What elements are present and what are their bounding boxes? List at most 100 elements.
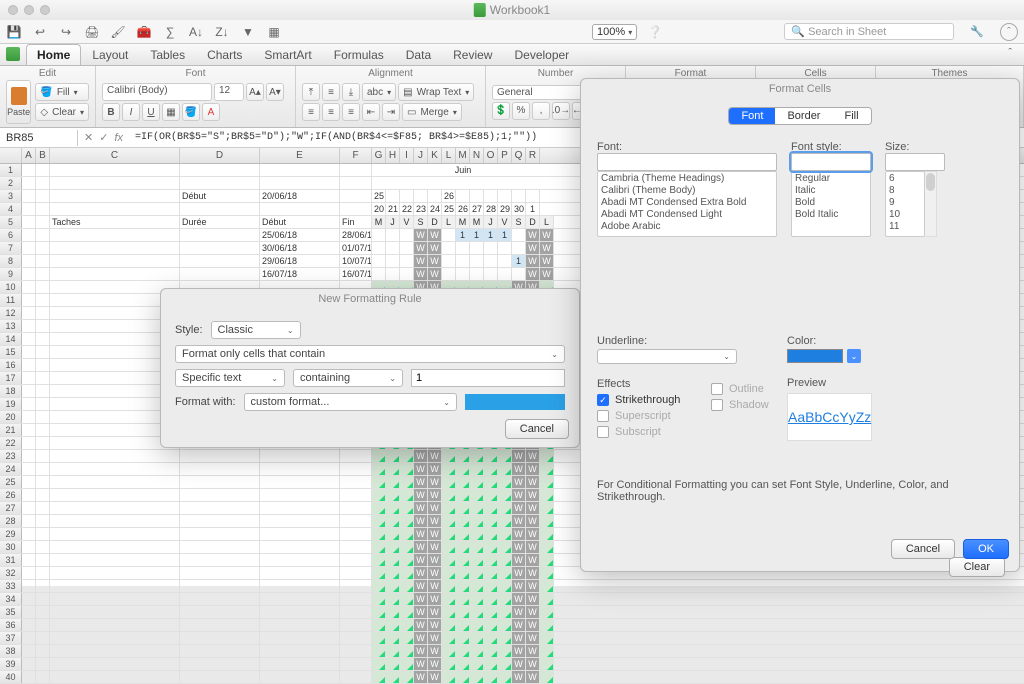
row-header[interactable]: 15 xyxy=(0,346,22,358)
cell[interactable]: D xyxy=(428,216,442,228)
tab-review[interactable]: Review xyxy=(442,44,503,65)
cell[interactable] xyxy=(372,489,386,501)
cell[interactable] xyxy=(340,645,372,657)
row-header[interactable]: 7 xyxy=(0,242,22,254)
cell[interactable]: W xyxy=(526,242,540,254)
cell[interactable] xyxy=(540,632,554,644)
fx-icon[interactable]: fx xyxy=(114,132,123,144)
cell[interactable] xyxy=(180,580,260,592)
cell[interactable]: W xyxy=(414,606,428,618)
cell[interactable] xyxy=(470,515,484,527)
cell[interactable]: 1 xyxy=(456,229,470,241)
cell[interactable] xyxy=(372,632,386,644)
cell[interactable] xyxy=(260,528,340,540)
cell[interactable] xyxy=(50,203,180,215)
sort-asc-icon[interactable]: A↓ xyxy=(188,24,204,40)
cell[interactable] xyxy=(22,320,36,332)
cell[interactable] xyxy=(372,515,386,527)
cell[interactable] xyxy=(512,268,526,280)
cell[interactable] xyxy=(414,190,428,202)
cell[interactable] xyxy=(498,476,512,488)
toolbox-icon[interactable]: 🧰 xyxy=(136,24,152,40)
cell[interactable] xyxy=(386,255,400,267)
cell[interactable] xyxy=(22,164,36,176)
cell[interactable]: 26 xyxy=(442,190,456,202)
cell[interactable] xyxy=(36,229,50,241)
cell[interactable] xyxy=(260,554,340,566)
cell[interactable] xyxy=(456,580,470,592)
align-bottom-button[interactable]: ⤓ xyxy=(342,83,360,101)
row-header[interactable]: 10 xyxy=(0,281,22,293)
cell[interactable] xyxy=(484,450,498,462)
cell[interactable] xyxy=(340,190,372,202)
cell[interactable] xyxy=(22,255,36,267)
cell[interactable] xyxy=(442,541,456,553)
cell[interactable] xyxy=(260,606,340,618)
cell[interactable] xyxy=(180,528,260,540)
cell[interactable] xyxy=(386,528,400,540)
row-header[interactable]: 38 xyxy=(0,645,22,657)
font-name-select[interactable]: Calibri (Body) xyxy=(102,83,212,101)
orientation-button[interactable]: abc▾ xyxy=(362,83,396,101)
col-header[interactable]: E xyxy=(260,148,340,163)
cell[interactable] xyxy=(340,541,372,553)
cell[interactable]: W xyxy=(428,268,442,280)
cell[interactable] xyxy=(22,645,36,657)
cell[interactable]: W xyxy=(526,528,540,540)
cell[interactable] xyxy=(386,632,400,644)
cell[interactable] xyxy=(340,450,372,462)
col-header[interactable]: K xyxy=(428,148,442,163)
cell[interactable] xyxy=(180,515,260,527)
cell[interactable] xyxy=(36,216,50,228)
redo-icon[interactable]: ↪︎ xyxy=(58,24,74,40)
row-header[interactable]: 36 xyxy=(0,619,22,631)
cell[interactable] xyxy=(470,658,484,670)
cell[interactable] xyxy=(400,463,414,475)
cell[interactable]: 23 xyxy=(414,203,428,215)
cell[interactable]: W xyxy=(414,463,428,475)
cell[interactable] xyxy=(442,229,456,241)
cell[interactable] xyxy=(22,229,36,241)
cell[interactable] xyxy=(180,554,260,566)
cell[interactable] xyxy=(400,515,414,527)
cell[interactable] xyxy=(22,424,36,436)
cell[interactable] xyxy=(442,619,456,631)
cell[interactable]: W xyxy=(428,580,442,592)
cell[interactable] xyxy=(340,632,372,644)
cell[interactable] xyxy=(540,645,554,657)
col-header[interactable]: O xyxy=(484,148,498,163)
cell[interactable] xyxy=(22,372,36,384)
cell[interactable] xyxy=(22,177,36,189)
cell[interactable] xyxy=(442,463,456,475)
cell[interactable]: W xyxy=(428,515,442,527)
cell[interactable]: W xyxy=(512,502,526,514)
cell[interactable] xyxy=(372,528,386,540)
cell[interactable]: W xyxy=(526,255,540,267)
cell[interactable]: 16/07/18 xyxy=(340,268,372,280)
cell[interactable] xyxy=(22,671,36,683)
cell[interactable] xyxy=(180,632,260,644)
cell[interactable] xyxy=(180,450,260,462)
cell[interactable] xyxy=(484,593,498,605)
font-style-input[interactable] xyxy=(791,153,871,171)
cell[interactable] xyxy=(180,593,260,605)
cell[interactable] xyxy=(484,476,498,488)
cell[interactable]: V xyxy=(498,216,512,228)
cell[interactable]: 25/06/18 xyxy=(260,229,340,241)
merge-button[interactable]: ▭ Merge▾ xyxy=(402,103,462,121)
cell[interactable] xyxy=(386,606,400,618)
cell[interactable]: W xyxy=(428,619,442,631)
cell[interactable] xyxy=(386,242,400,254)
cell[interactable] xyxy=(442,268,456,280)
cell[interactable]: W xyxy=(428,229,442,241)
cell[interactable] xyxy=(36,619,50,631)
cell[interactable] xyxy=(484,489,498,501)
cell[interactable] xyxy=(22,281,36,293)
cell[interactable]: W xyxy=(414,580,428,592)
cell[interactable] xyxy=(340,619,372,631)
underline-select[interactable]: ⌄ xyxy=(597,349,737,364)
style-select[interactable]: Classic⌄ xyxy=(211,321,301,339)
cell[interactable]: 29 xyxy=(498,203,512,215)
tab-tables[interactable]: Tables xyxy=(139,44,196,65)
cell[interactable] xyxy=(22,489,36,501)
